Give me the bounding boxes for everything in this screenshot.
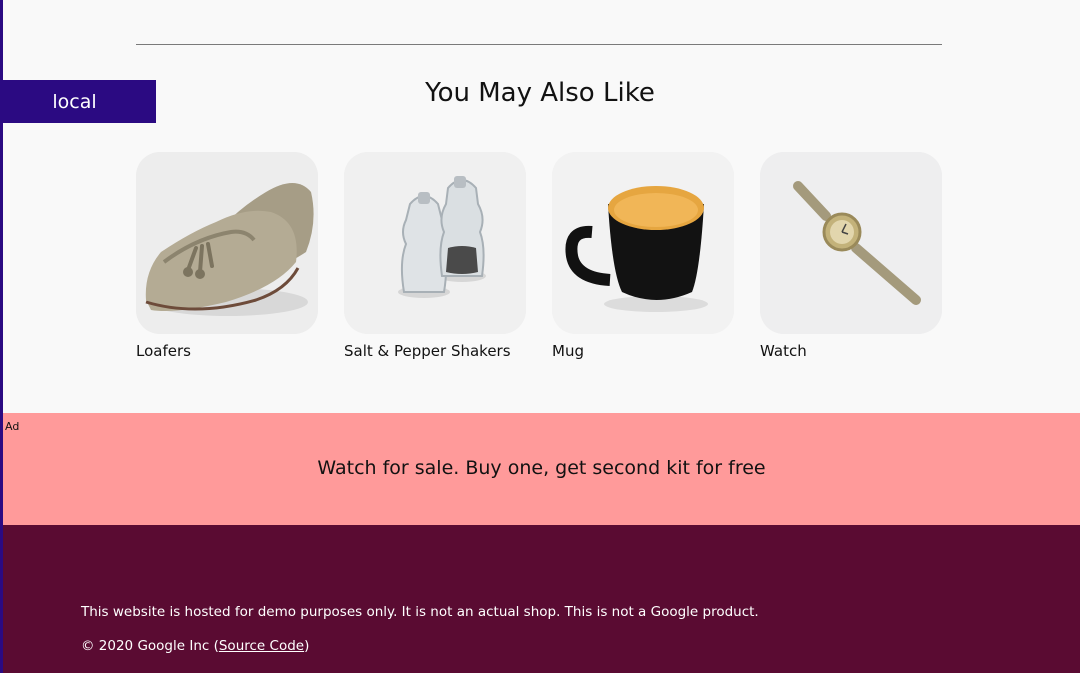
product-name[interactable]: Watch (760, 342, 942, 360)
product-card-loafers[interactable]: Loafers (136, 152, 318, 360)
footer-copyright: © 2020 Google Inc (Source Code) (81, 638, 309, 654)
ad-text[interactable]: Watch for sale. Buy one, get second kit … (3, 457, 1080, 479)
section-divider (136, 44, 942, 45)
environment-badge: local (3, 80, 156, 123)
section-title: You May Also Like (425, 78, 655, 108)
product-card-mug[interactable]: Mug (552, 152, 734, 360)
product-name[interactable]: Salt & Pepper Shakers (344, 342, 526, 360)
copyright-text: © 2020 Google Inc ( (81, 638, 219, 654)
ad-label: Ad (5, 420, 20, 433)
product-card-watch[interactable]: Watch (760, 152, 942, 360)
loafers-image[interactable] (136, 152, 318, 334)
page: local You May Also Like Loafers Salt & P… (0, 0, 1080, 673)
copyright-close: ) (304, 638, 310, 654)
product-card-salt-pepper-shakers[interactable]: Salt & Pepper Shakers (344, 152, 526, 360)
recommendations-list: Loafers Salt & Pepper Shakers Mug Watch (136, 152, 942, 362)
product-name[interactable]: Mug (552, 342, 734, 360)
footer: This website is hosted for demo purposes… (3, 525, 1080, 673)
mug-image[interactable] (552, 152, 734, 334)
watch-image[interactable] (760, 152, 942, 334)
product-name[interactable]: Loafers (136, 342, 318, 360)
source-code-link[interactable]: Source Code (219, 638, 304, 654)
salt-pepper-shakers-image[interactable] (344, 152, 526, 334)
ad-banner[interactable]: Ad Watch for sale. Buy one, get second k… (3, 413, 1080, 525)
footer-disclaimer: This website is hosted for demo purposes… (81, 604, 759, 620)
